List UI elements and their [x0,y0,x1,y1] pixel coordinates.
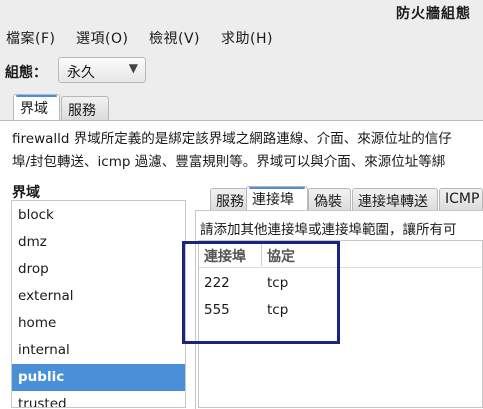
configuration-select[interactable]: 永久 ▼ [58,57,146,83]
zone-item-home[interactable]: home [12,310,185,337]
tab-zones-label: 界域 [20,101,48,117]
subtab-icmp[interactable]: ICMP [439,188,483,210]
zone-list[interactable]: block dmz drop external home internal pu… [11,200,186,408]
subtab-masquerade-label: 偽裝 [314,194,342,210]
menu-help[interactable]: 求助(H) [221,28,273,48]
subtab-ports[interactable]: 連接埠 [246,186,308,210]
menu-view[interactable]: 檢視(V) [149,28,200,48]
subtab-port-forwarding-label: 連接埠轉送 [358,194,428,210]
subtab-masquerade[interactable]: 偽裝 [308,188,351,210]
zone-item-block[interactable]: block [12,202,185,229]
menu-options[interactable]: 選項(O) [76,28,128,48]
menu-file[interactable]: 檔案(F) [6,28,55,48]
subtab-icmp-label: ICMP [445,191,480,207]
title-bar: 防火牆組態 [0,0,483,24]
zone-description-line1: firewalld 界域所定義的是綁定該界域之網路連線、介面、來源位址的信仔 [12,131,452,147]
zone-item-external[interactable]: external [12,283,185,310]
zone-item-drop[interactable]: drop [12,256,185,283]
zone-item-public[interactable]: public [12,364,185,391]
highlight-annotation-box [182,241,340,344]
subtab-ports-label: 連接埠 [252,192,294,208]
subtab-port-forwarding[interactable]: 連接埠轉送 [352,188,438,210]
tab-services[interactable]: 服務 [61,96,109,120]
zone-item-trusted[interactable]: trusted [12,391,185,407]
configuration-value: 永久 [67,65,95,81]
zones-title: 界域 [12,185,40,201]
window-title: 防火牆組態 [396,6,471,22]
zone-item-internal[interactable]: internal [12,337,185,364]
ports-description: 請添加其他連接埠或連接埠範圍，讓所有可 [200,222,457,238]
subtab-services-label: 服務 [216,194,244,210]
menu-bar: 檔案(F) 選項(O) 檢視(V) 求助(H) [0,26,483,48]
tab-services-label: 服務 [68,103,96,119]
chevron-down-icon: ▼ [128,61,138,75]
zone-description-line2: 埠/封包轉送、icmp 過濾、豐富規則等。界域可以與介面、來源位址等綁 [12,154,446,170]
tab-zones[interactable]: 界域 [13,94,60,120]
zone-item-dmz[interactable]: dmz [12,229,185,256]
configuration-label: 組態： [5,65,47,81]
